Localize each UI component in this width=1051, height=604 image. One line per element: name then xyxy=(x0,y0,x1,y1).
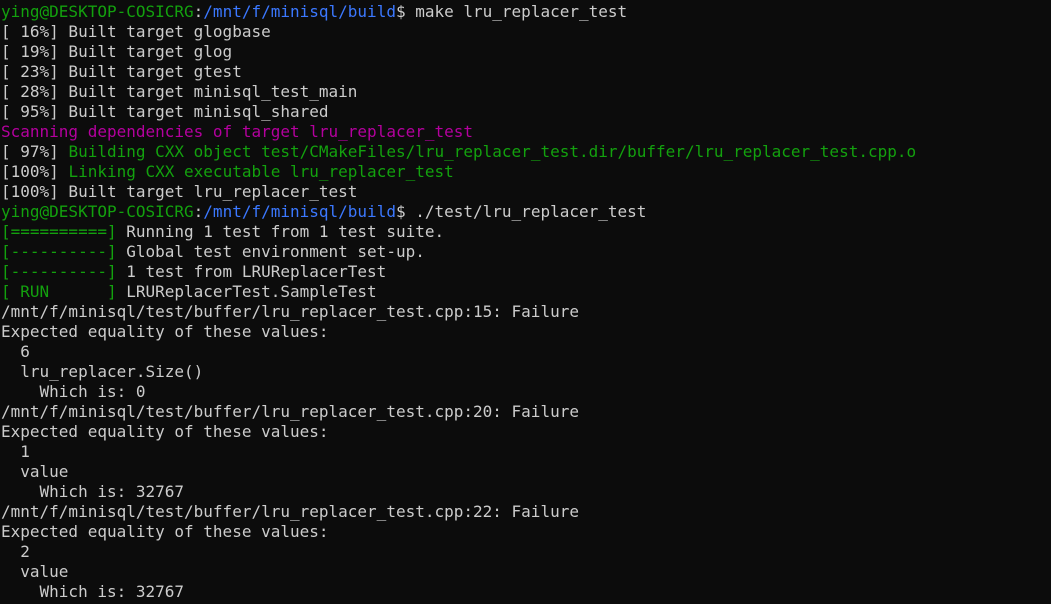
terminal-text-segment: [ 95%] Built target minisql_shared xyxy=(1,102,329,121)
terminal-text-segment: [100%] Built target lru_replacer_test xyxy=(1,182,358,201)
terminal-text-segment: Scanning dependencies of target lru_repl… xyxy=(1,122,474,141)
terminal-text-segment: 1 test from LRUReplacerTest xyxy=(116,262,387,281)
terminal-text-segment: [==========] xyxy=(1,222,117,241)
failure-message-line: Expected equality of these values: xyxy=(0,422,1051,442)
terminal-text-segment: 1 xyxy=(1,442,30,461)
actual-expression-line: lru_replacer.Size() xyxy=(0,362,1051,382)
terminal-text-segment: /mnt/f/minisql/build xyxy=(203,2,396,21)
failure-location-line: /mnt/f/minisql/test/buffer/lru_replacer_… xyxy=(0,302,1051,322)
terminal-text-segment: Building CXX object test/CMakeFiles/lru_… xyxy=(68,142,917,161)
actual-expression-line: value xyxy=(0,562,1051,582)
terminal-text-segment: Expected equality of these values: xyxy=(1,422,329,441)
failure-message-line: Expected equality of these values: xyxy=(0,522,1051,542)
terminal-text-segment: [----------] xyxy=(1,262,117,281)
terminal-text-segment: Global test environment set-up. xyxy=(116,242,425,261)
terminal-text-segment: $ ./test/lru_replacer_test xyxy=(395,202,647,221)
terminal-text-segment: [ 28%] Built target minisql_test_main xyxy=(1,82,358,101)
build-output-line: [ 19%] Built target glog xyxy=(0,42,1051,62)
terminal-text-segment: value xyxy=(1,462,69,481)
build-output-line: [ 28%] Built target minisql_test_main xyxy=(0,82,1051,102)
build-output-line: [ 95%] Built target minisql_shared xyxy=(0,102,1051,122)
actual-value-line: Which is: 32767 xyxy=(0,582,1051,602)
build-output-line: [100%] Built target lru_replacer_test xyxy=(0,182,1051,202)
terminal-text-segment: Linking CXX executable lru_replacer_test xyxy=(68,162,454,181)
terminal-text-segment: Which is: 32767 xyxy=(1,582,185,601)
gtest-setup-line: [----------] Global test environment set… xyxy=(0,242,1051,262)
terminal-text-segment: [100%] xyxy=(1,162,69,181)
terminal-text-segment: [ 97%] xyxy=(1,142,69,161)
expected-value-line: 1 xyxy=(0,442,1051,462)
gtest-running-line: [==========] Running 1 test from 1 test … xyxy=(0,222,1051,242)
terminal-text-segment: Expected equality of these values: xyxy=(1,322,329,341)
actual-expression-line: value xyxy=(0,462,1051,482)
terminal-text-segment: Which is: 0 xyxy=(1,382,146,401)
cmake-scan-line: Scanning dependencies of target lru_repl… xyxy=(0,122,1051,142)
terminal-text-segment: /mnt/f/minisql/test/buffer/lru_replacer_… xyxy=(1,302,579,321)
failure-message-line: Expected equality of these values: xyxy=(0,322,1051,342)
terminal-text-segment: Which is: 32767 xyxy=(1,482,185,501)
terminal-text-segment: Running 1 test from 1 test suite. xyxy=(116,222,445,241)
gtest-run-line: [ RUN ] LRUReplacerTest.SampleTest xyxy=(0,282,1051,302)
failure-location-line: /mnt/f/minisql/test/buffer/lru_replacer_… xyxy=(0,502,1051,522)
expected-value-line: 6 xyxy=(0,342,1051,362)
terminal-text-segment: Expected equality of these values: xyxy=(1,522,329,541)
terminal-text-segment: : xyxy=(193,2,204,21)
terminal-text-segment: [----------] xyxy=(1,242,117,261)
terminal-text-segment: [ 16%] Built target glogbase xyxy=(1,22,271,41)
terminal-text-segment: LRUReplacerTest.SampleTest xyxy=(116,282,377,301)
terminal-text-segment: [ RUN ] xyxy=(1,282,117,301)
build-output-line: [ 16%] Built target glogbase xyxy=(0,22,1051,42)
terminal-text-segment: /mnt/f/minisql/test/buffer/lru_replacer_… xyxy=(1,502,579,521)
failure-location-line: /mnt/f/minisql/test/buffer/lru_replacer_… xyxy=(0,402,1051,422)
cmake-build-line: [ 97%] Building CXX object test/CMakeFil… xyxy=(0,142,1051,162)
terminal-text-segment: ying@DESKTOP-COSICRG xyxy=(1,2,194,21)
terminal-window[interactable]: ying@DESKTOP-COSICRG:/mnt/f/minisql/buil… xyxy=(0,0,1051,604)
build-output-line: [ 23%] Built target gtest xyxy=(0,62,1051,82)
terminal-text-segment: 2 xyxy=(1,542,30,561)
terminal-text-segment: /mnt/f/minisql/test/buffer/lru_replacer_… xyxy=(1,402,579,421)
terminal-text-segment: lru_replacer.Size() xyxy=(1,362,204,381)
terminal-text-segment: $ make lru_replacer_test xyxy=(395,2,628,21)
prompt-line-run: ying@DESKTOP-COSICRG:/mnt/f/minisql/buil… xyxy=(0,202,1051,222)
terminal-text-segment: ying@DESKTOP-COSICRG xyxy=(1,202,194,221)
terminal-text-segment: [ 19%] Built target glog xyxy=(1,42,233,61)
terminal-text-segment: [ 23%] Built target gtest xyxy=(1,62,242,81)
terminal-text-segment: value xyxy=(1,562,69,581)
terminal-text-segment: 6 xyxy=(1,342,30,361)
prompt-line-make: ying@DESKTOP-COSICRG:/mnt/f/minisql/buil… xyxy=(0,2,1051,22)
actual-value-line: Which is: 0 xyxy=(0,382,1051,402)
terminal-text-segment: : xyxy=(193,202,204,221)
expected-value-line: 2 xyxy=(0,542,1051,562)
actual-value-line: Which is: 32767 xyxy=(0,482,1051,502)
terminal-text-segment: /mnt/f/minisql/build xyxy=(203,202,396,221)
gtest-suite-line: [----------] 1 test from LRUReplacerTest xyxy=(0,262,1051,282)
cmake-link-line: [100%] Linking CXX executable lru_replac… xyxy=(0,162,1051,182)
